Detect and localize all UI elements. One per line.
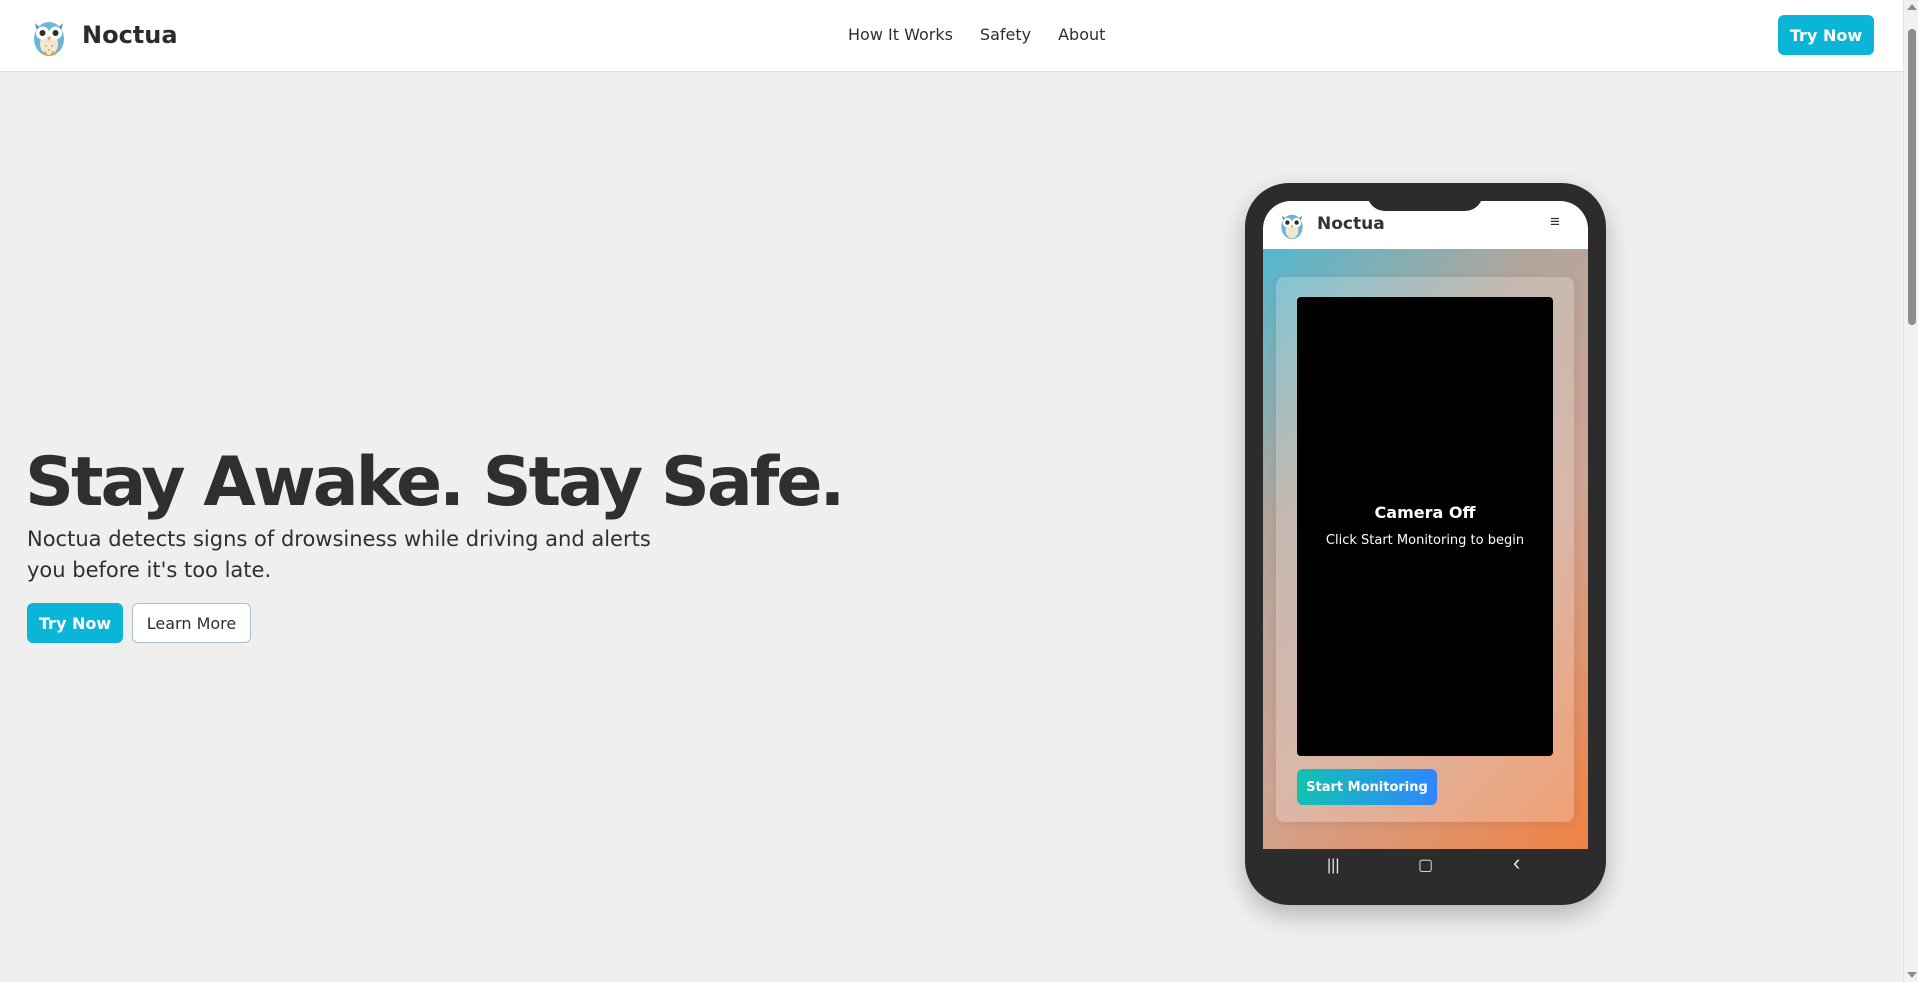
phone-mockup: Noctua ≡ Camera Off Click Start Monitori… bbox=[1245, 183, 1606, 905]
phone-brand-name: Noctua bbox=[1317, 214, 1385, 234]
brand-name: Noctua bbox=[82, 21, 178, 49]
owl-icon bbox=[34, 22, 64, 56]
hamburger-menu-icon[interactable]: ≡ bbox=[1550, 212, 1560, 232]
phone-system-navbar: ||| ▢ ‹ bbox=[1263, 849, 1588, 885]
scroll-down-arrow-icon[interactable] bbox=[1907, 972, 1917, 978]
recents-icon[interactable]: ||| bbox=[1327, 856, 1339, 876]
phone-notch bbox=[1367, 183, 1483, 211]
camera-status-subtitle: Click Start Monitoring to begin bbox=[1325, 533, 1525, 548]
hero-try-now-button[interactable]: Try Now bbox=[27, 603, 123, 643]
brand[interactable]: Noctua bbox=[28, 13, 178, 57]
phone-screen: Noctua ≡ Camera Off Click Start Monitori… bbox=[1263, 201, 1588, 885]
site-header: Noctua How It Works Safety About Try Now bbox=[0, 0, 1903, 72]
camera-status-title: Camera Off bbox=[1374, 503, 1476, 522]
monitor-card: Camera Off Click Start Monitoring to beg… bbox=[1276, 277, 1574, 822]
learn-more-button[interactable]: Learn More bbox=[132, 603, 251, 643]
hero-title: Stay Awake. Stay Safe. bbox=[25, 443, 845, 522]
home-icon[interactable]: ▢ bbox=[1418, 856, 1433, 876]
scrollbar-thumb[interactable] bbox=[1908, 29, 1916, 325]
phone-app-content: Camera Off Click Start Monitoring to beg… bbox=[1263, 249, 1588, 849]
camera-preview: Camera Off Click Start Monitoring to beg… bbox=[1297, 297, 1553, 756]
start-monitoring-button[interactable]: Start Monitoring bbox=[1297, 769, 1437, 805]
scroll-up-arrow-icon[interactable] bbox=[1907, 4, 1917, 10]
nav-how-it-works[interactable]: How It Works bbox=[848, 25, 953, 44]
hero-subtitle: Noctua detects signs of drowsiness while… bbox=[27, 527, 651, 582]
nav-about[interactable]: About bbox=[1058, 25, 1105, 44]
page-scrollbar[interactable] bbox=[1903, 0, 1918, 982]
back-icon[interactable]: ‹ bbox=[1513, 852, 1520, 874]
hero-actions: Try Now Learn More bbox=[27, 603, 251, 643]
owl-icon bbox=[1281, 214, 1303, 239]
nav-safety[interactable]: Safety bbox=[980, 25, 1031, 44]
header-try-now-button[interactable]: Try Now bbox=[1778, 15, 1874, 55]
main-nav: How It Works Safety About bbox=[848, 25, 1105, 44]
